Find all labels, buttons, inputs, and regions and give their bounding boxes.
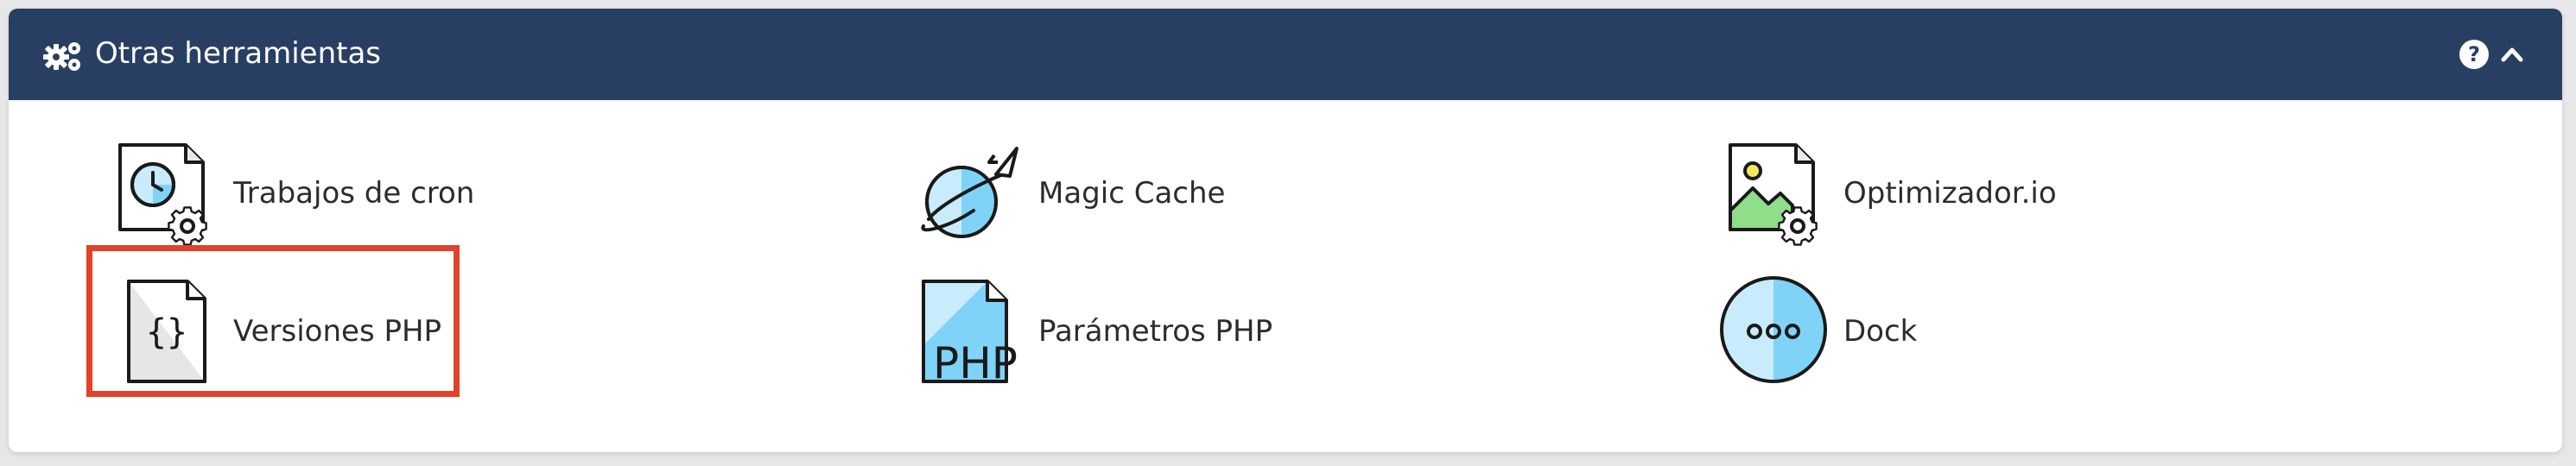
tool-dock[interactable]: Dock	[1718, 274, 2064, 388]
tool-cron-jobs[interactable]: Trabajos de cron	[108, 136, 540, 250]
svg-text:?: ?	[2468, 42, 2480, 66]
tool-label: Parámetros PHP	[1038, 314, 1273, 349]
highlight-box	[86, 245, 460, 397]
gears-icon	[43, 42, 80, 71]
tool-label: Trabajos de cron	[233, 176, 475, 211]
panel-header[interactable]: Otras herramientas ?	[9, 9, 2562, 100]
panel-title: Otras herramientas	[95, 36, 382, 71]
planet-rocket-icon	[921, 147, 1018, 238]
chevron-up-icon[interactable]	[2500, 43, 2524, 66]
tool-optimizador[interactable]: Optimizador.io	[1718, 136, 2150, 250]
image-optimizer-icon	[1729, 143, 1818, 246]
php-file-icon: PHP	[922, 280, 1018, 388]
tool-label: Magic Cache	[1038, 176, 1226, 211]
tool-magic-cache[interactable]: Magic Cache	[913, 136, 1345, 250]
dock-icon	[1720, 276, 1827, 383]
help-icon[interactable]: ?	[2459, 39, 2490, 70]
tool-label: Dock	[1843, 314, 1918, 349]
tool-label: Optimizador.io	[1843, 176, 2057, 211]
cron-jobs-icon	[118, 143, 207, 246]
php-icon-text: PHP	[933, 338, 1018, 388]
tool-php-parameters[interactable]: PHP Parámetros PHP	[913, 274, 1345, 388]
